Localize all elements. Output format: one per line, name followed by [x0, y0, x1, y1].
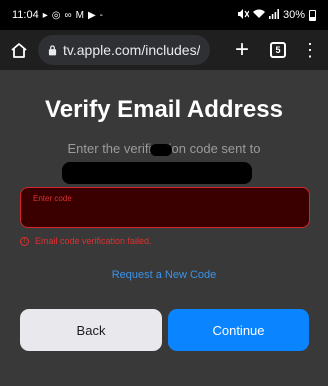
- wifi-icon: [252, 9, 265, 22]
- back-button[interactable]: Back: [20, 309, 162, 351]
- voicemail-icon: ∞: [64, 9, 72, 21]
- verify-email-page: Verify Email Address Enter the verificat…: [0, 70, 328, 386]
- verification-code-field[interactable]: Enter code: [20, 187, 310, 228]
- signal-icon: [268, 8, 279, 22]
- status-bar: 11:04 ▸ ◎ ∞ M ▶ - 30%: [0, 0, 328, 30]
- notification-icon: ▸: [42, 9, 48, 21]
- home-button[interactable]: [8, 39, 30, 61]
- browser-toolbar: tv.apple.com/includes/co + 5 ⋮: [0, 30, 328, 70]
- continue-button[interactable]: Continue: [168, 309, 309, 351]
- youtube-icon: ▶: [87, 9, 96, 21]
- tab-switcher-button[interactable]: 5: [270, 42, 286, 58]
- battery-icon: [309, 9, 316, 21]
- url-text: tv.apple.com/includes/co: [63, 42, 200, 58]
- error-message: ! Email code verification failed.: [20, 236, 152, 246]
- instagram-icon: ◎: [51, 9, 61, 21]
- request-new-code-link[interactable]: Request a New Code: [0, 269, 328, 281]
- new-tab-button[interactable]: +: [228, 38, 256, 62]
- error-icon: !: [20, 236, 29, 246]
- error-text: Email code verification failed.: [35, 236, 152, 246]
- gmail-icon: M: [75, 9, 84, 21]
- more-menu-button[interactable]: ⋮: [300, 40, 320, 61]
- more-notifications-icon: -: [99, 9, 104, 21]
- redacted-email: [62, 162, 252, 184]
- status-time: 11:04: [12, 9, 39, 21]
- status-left: 11:04 ▸ ◎ ∞ M ▶ -: [12, 9, 103, 21]
- status-right: 30%: [237, 8, 316, 22]
- battery-percent: 30%: [282, 9, 305, 21]
- redacted-scribble: [150, 144, 172, 156]
- page-title: Verify Email Address: [45, 96, 283, 123]
- home-icon: [11, 42, 27, 58]
- code-input[interactable]: [21, 188, 309, 227]
- address-bar[interactable]: tv.apple.com/includes/co: [38, 35, 210, 65]
- lock-icon: [48, 45, 57, 56]
- mute-icon: [237, 8, 250, 22]
